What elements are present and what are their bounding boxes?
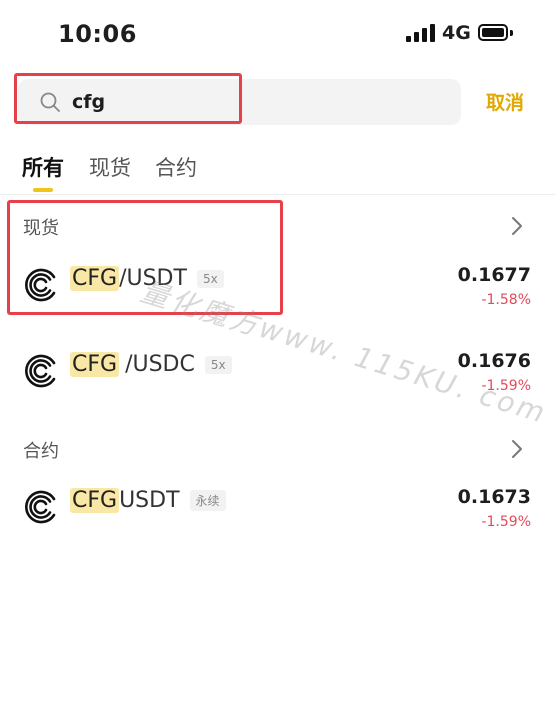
price: 0.1673 [457,486,531,508]
annotation-box-search [14,73,242,124]
perpetual-badge: 永续 [189,490,226,511]
pair-name: CFG /USDC 5x [70,352,232,377]
battery-icon [478,24,508,41]
pair-base: CFG [70,352,120,377]
price-change: -1.59% [481,514,531,530]
pair-quote: USDT [119,488,180,513]
list-item-cfgusdt-perp[interactable]: CFG USDT 永续 0.1673 -1.59% [0,476,555,536]
chevron-right-icon[interactable] [508,215,526,237]
price-change: -1.58% [481,292,531,308]
price-change: -1.59% [481,378,531,394]
tab-spot[interactable]: 现货 [89,152,131,182]
status-bar: 10:06 4G [0,0,555,68]
cfg-logo-icon [25,490,56,524]
price: 0.1676 [457,350,531,372]
leverage-badge: 5x [204,355,232,374]
tab-active-indicator [33,188,53,192]
cancel-button[interactable]: 取消 [486,88,524,115]
section-title-futures: 合约 [23,441,59,462]
status-time: 10:06 [58,20,137,48]
battery-cap [510,30,513,36]
signal-icon [406,24,436,42]
list-item-cfg-usdc[interactable]: CFG /USDC 5x 0.1676 -1.59% [0,340,555,400]
pair-quote: /USDC [125,352,195,377]
pair-base: CFG [70,488,120,513]
chevron-right-icon[interactable] [508,438,526,460]
tab-all[interactable]: 所有 [22,152,64,182]
pair-name: CFG USDT 永续 [70,488,226,513]
tab-futures[interactable]: 合约 [155,152,197,182]
tab-bar: 所有 现货 合约 [0,140,555,195]
network-label: 4G [442,22,471,44]
cfg-logo-icon [25,354,56,388]
price: 0.1677 [457,264,531,286]
annotation-box-spot [7,200,283,315]
